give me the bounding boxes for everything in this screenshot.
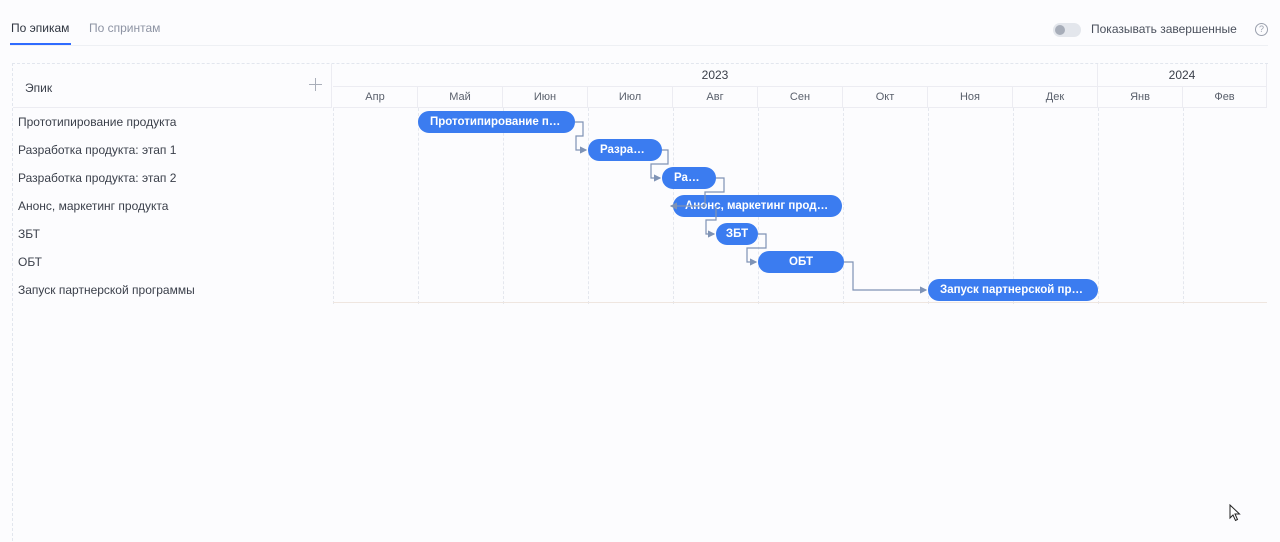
dependency-arrow xyxy=(705,206,717,238)
dependency-arrow xyxy=(575,121,588,154)
dependency-arrow xyxy=(650,149,669,182)
month-header: Апр xyxy=(333,87,418,108)
month-header: Авг xyxy=(673,87,758,108)
tabs-divider xyxy=(10,45,1268,46)
epic-row-label[interactable]: Прототипирование продукта xyxy=(18,115,176,129)
mouse-cursor-icon xyxy=(1229,504,1241,522)
tab-by-epics[interactable]: По эпикам xyxy=(11,21,69,35)
year-header-2023: 2023 xyxy=(333,64,1098,87)
month-header: Окт xyxy=(843,87,928,108)
month-header: Фев xyxy=(1183,87,1267,108)
epic-row-label[interactable]: Запуск партнерской программы xyxy=(18,283,195,297)
epic-row-label[interactable]: ОБТ xyxy=(18,255,42,269)
toggle-knob xyxy=(1055,25,1065,35)
view-tabs-bar: По эпикам По спринтам Показывать заверше… xyxy=(0,0,1280,46)
plus-icon[interactable] xyxy=(309,78,322,91)
epic-column-title: Эпик xyxy=(25,81,53,95)
month-header: Июл xyxy=(588,87,673,108)
tab-by-sprints[interactable]: По спринтам xyxy=(89,21,160,35)
show-completed-toggle[interactable] xyxy=(1053,23,1081,37)
month-header: Ноя xyxy=(928,87,1013,108)
month-header: Июн xyxy=(503,87,588,108)
dependency-connectors xyxy=(575,121,928,294)
dependency-arrow xyxy=(669,177,725,210)
epic-column-header: Эпик xyxy=(13,64,332,108)
epic-row-label[interactable]: Анонс, маркетинг продукта xyxy=(18,199,168,213)
epic-row-label[interactable]: Разработка продукта: этап 2 xyxy=(18,171,176,185)
dependency-arrow xyxy=(746,233,767,266)
dependency-arrow xyxy=(844,261,928,294)
gantt-chart: Эпик Прототипирование продукта Разработк… xyxy=(12,63,1268,541)
month-header: Май xyxy=(418,87,503,108)
show-completed-label[interactable]: Показывать завершенные xyxy=(1091,22,1237,36)
month-header: Дек xyxy=(1013,87,1098,108)
question-circle-icon[interactable]: ? xyxy=(1255,23,1268,36)
month-header: Янв xyxy=(1098,87,1183,108)
year-header-2024: 2024 xyxy=(1098,64,1267,87)
epic-row-label[interactable]: Разработка продукта: этап 1 xyxy=(18,143,176,157)
month-header: Сен xyxy=(758,87,843,108)
epic-row-label[interactable]: ЗБТ xyxy=(18,227,40,241)
